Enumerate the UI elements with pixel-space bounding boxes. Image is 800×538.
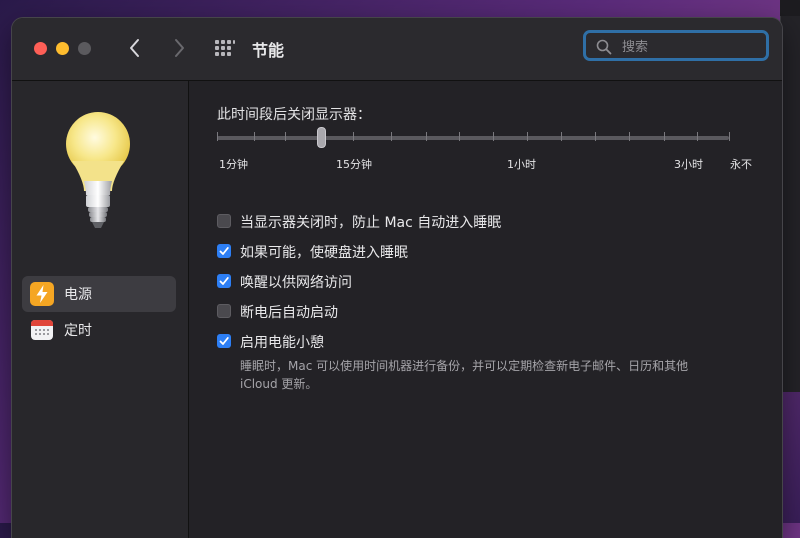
- power-nap-description-line: 睡眠时，Mac 可以使用时间机器进行备份，并可以定期检查新电子邮件、日历和其他: [240, 359, 689, 373]
- checkbox[interactable]: [217, 304, 231, 318]
- sidebar: 电源 定时: [12, 81, 189, 538]
- option-wake-network[interactable]: 唤醒以供网络访问: [217, 272, 777, 292]
- zoom-button[interactable]: [78, 42, 91, 55]
- titlebar: 节能: [12, 18, 782, 81]
- background-window-titlebar: [780, 0, 800, 16]
- checkbox[interactable]: [217, 334, 231, 348]
- checkmark-icon: [219, 277, 229, 285]
- energy-saver-window: 节能 搜索 电源 定时 此时间段后关闭显示器： 1分钟 15分钟 1小时 3小时…: [12, 18, 782, 538]
- background-window: [780, 0, 800, 392]
- sidebar-item-label: 定时: [64, 323, 92, 339]
- show-all-grid-button[interactable]: [215, 40, 235, 56]
- checkbox[interactable]: [217, 274, 231, 288]
- option-label: 断电后自动启动: [240, 305, 338, 321]
- checkbox[interactable]: [217, 244, 231, 258]
- option-label: 启用电能小憩: [240, 335, 324, 351]
- search-input[interactable]: [620, 35, 764, 59]
- slider-track[interactable]: [217, 136, 729, 140]
- light-bulb-icon: [66, 112, 130, 228]
- forward-button[interactable]: [169, 35, 189, 61]
- slider-tick: [217, 132, 218, 141]
- slider-tick: [527, 132, 528, 141]
- search-field[interactable]: [583, 30, 769, 61]
- slider-label: 永不: [730, 158, 752, 171]
- settings-panel: 此时间段后关闭显示器： 1分钟 15分钟 1小时 3小时 永不 当显示器关闭时，…: [189, 81, 782, 538]
- slider-tick: [254, 132, 255, 141]
- display-sleep-title: 此时间段后关闭显示器：: [217, 107, 371, 123]
- sidebar-item-label: 电源: [64, 287, 92, 303]
- slider-tick: [729, 132, 730, 141]
- slider-label: 1小时: [507, 158, 536, 171]
- bolt-icon: [30, 282, 54, 306]
- power-nap-description-line: iCloud 更新。: [240, 377, 318, 391]
- sidebar-item-schedule[interactable]: 定时: [22, 312, 176, 348]
- minimize-button[interactable]: [56, 42, 69, 55]
- window-title: 节能: [252, 41, 285, 60]
- slider-thumb[interactable]: [317, 127, 326, 148]
- option-power-nap[interactable]: 启用电能小憩: [217, 332, 777, 352]
- slider-tick: [697, 132, 698, 141]
- checkmark-icon: [219, 247, 229, 255]
- chevron-left-icon: [130, 39, 139, 57]
- slider-label: 1分钟: [219, 158, 248, 171]
- power-nap-description: 睡眠时，Mac 可以使用时间机器进行备份，并可以定期检查新电子邮件、日历和其他 …: [240, 357, 740, 393]
- slider-tick: [595, 132, 596, 141]
- close-button[interactable]: [34, 42, 47, 55]
- slider-tick: [664, 132, 665, 141]
- back-button[interactable]: [125, 35, 145, 61]
- option-label: 如果可能，使硬盘进入睡眠: [240, 245, 408, 261]
- option-label: 当显示器关闭时，防止 Mac 自动进入睡眠: [240, 215, 502, 231]
- option-prevent-sleep[interactable]: 当显示器关闭时，防止 Mac 自动进入睡眠: [217, 212, 777, 232]
- slider-tick: [391, 132, 392, 141]
- option-hard-disk-sleep[interactable]: 如果可能，使硬盘进入睡眠: [217, 242, 777, 262]
- slider-tick: [285, 132, 286, 141]
- slider-tick: [353, 132, 354, 141]
- slider-label: 3小时: [674, 158, 703, 171]
- checkmark-icon: [219, 337, 229, 345]
- slider-tick: [459, 132, 460, 141]
- option-restart-after-power-failure[interactable]: 断电后自动启动: [217, 302, 777, 322]
- slider-tick: [629, 132, 630, 141]
- option-label: 唤醒以供网络访问: [240, 275, 352, 291]
- slider-tick: [426, 132, 427, 141]
- search-icon: [596, 39, 612, 55]
- slider-label: 15分钟: [336, 158, 372, 171]
- slider-tick: [493, 132, 494, 141]
- sidebar-item-power[interactable]: 电源: [22, 276, 176, 312]
- checkbox[interactable]: [217, 214, 231, 228]
- slider-tick: [561, 132, 562, 141]
- calendar-icon: [30, 318, 54, 342]
- chevron-right-icon: [175, 39, 184, 57]
